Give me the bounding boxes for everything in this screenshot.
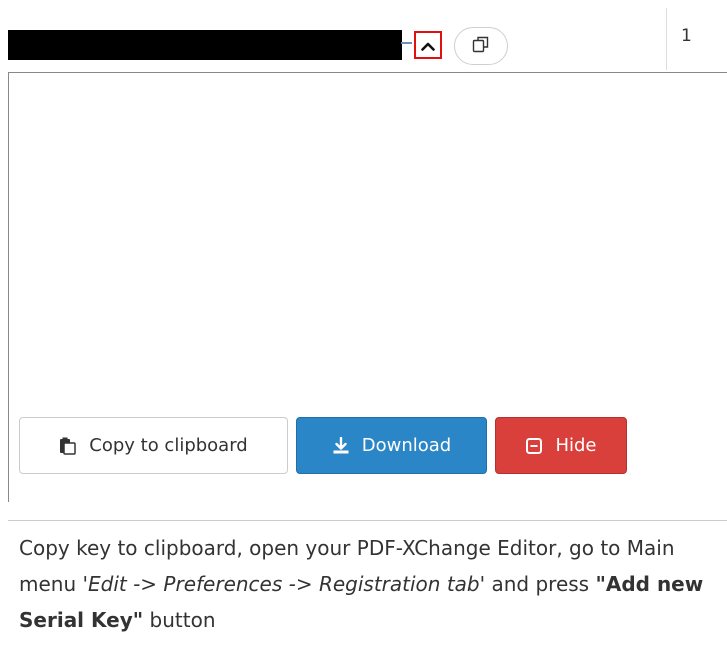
instructions-text: Copy key to clipboard, open your PDF-XCh…	[19, 530, 719, 638]
column-divider	[666, 8, 667, 70]
copy-icon	[471, 34, 491, 58]
copy-key-button[interactable]	[454, 27, 508, 65]
copy-button-label: Copy to clipboard	[89, 435, 248, 456]
hide-button-label: Hide	[555, 435, 597, 456]
hide-button[interactable]: Hide	[495, 417, 627, 474]
download-button-label: Download	[361, 435, 452, 456]
redacted-serial-key	[8, 30, 402, 60]
instructions-part2: and press	[485, 572, 596, 596]
chevron-up-icon	[421, 36, 435, 55]
instructions-part3: button	[143, 608, 216, 632]
section-divider	[8, 520, 727, 521]
page-number: 1	[681, 26, 692, 46]
collapse-button[interactable]	[414, 31, 442, 59]
minus-square-icon	[525, 437, 543, 455]
copy-to-clipboard-button[interactable]: Copy to clipboard	[19, 417, 288, 474]
menu-path: 'Edit -> Preferences -> Registration tab…	[82, 572, 486, 596]
download-button[interactable]: Download	[296, 417, 487, 474]
clipboard-icon	[59, 437, 77, 455]
key-overflow-line	[401, 42, 412, 44]
download-icon	[332, 436, 350, 455]
